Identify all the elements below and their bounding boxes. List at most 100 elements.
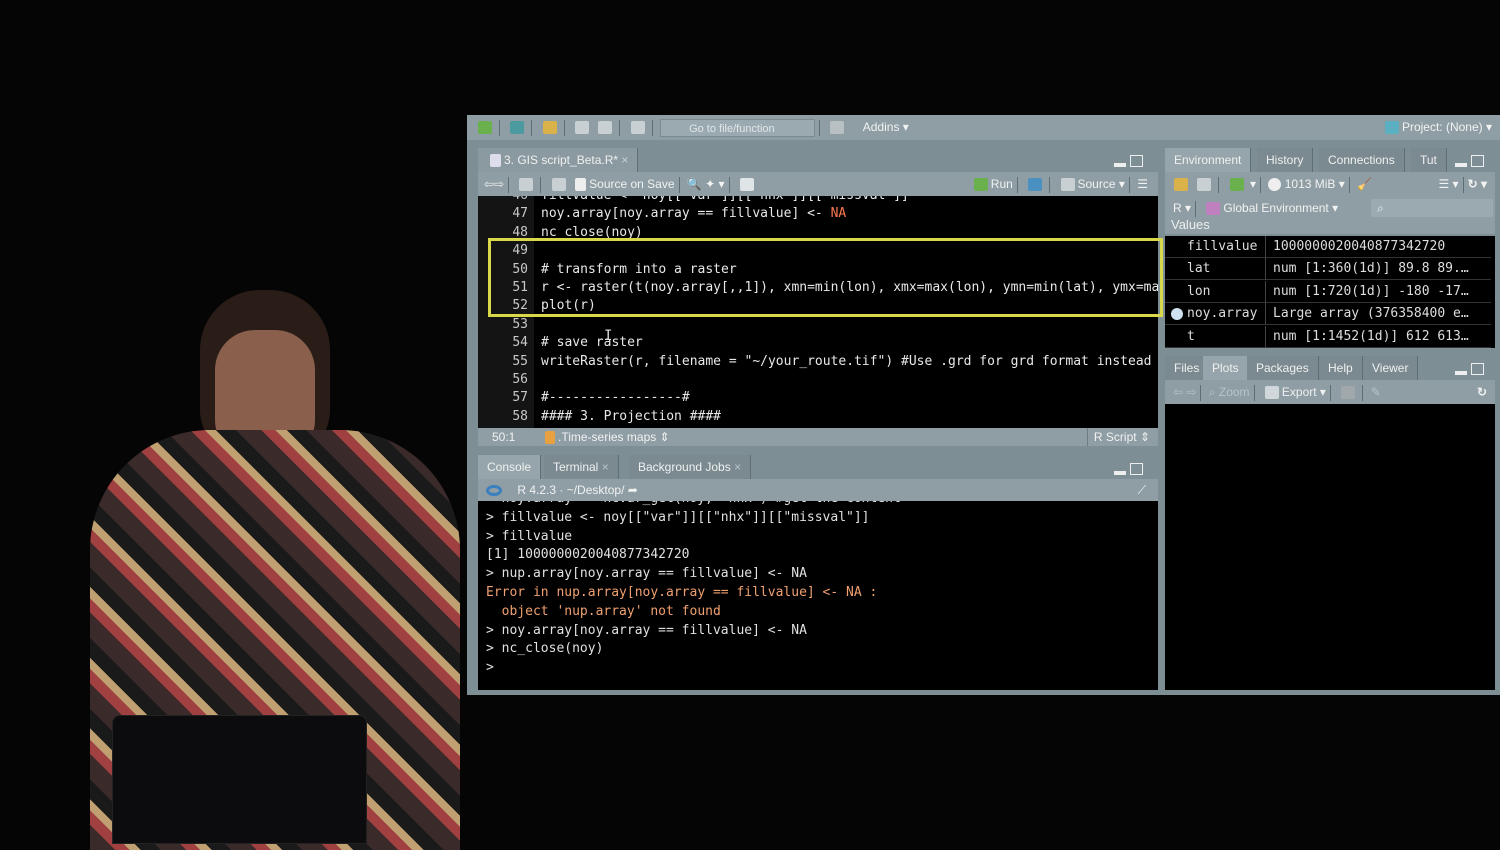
load-workspace-icon[interactable] (1174, 178, 1188, 192)
tab-packages[interactable]: Packages (1247, 356, 1319, 380)
laptop (112, 715, 367, 844)
refresh-icon[interactable]: ↻ (1477, 380, 1487, 404)
console-line: > nup.array[noy.array == fillvalue] <- N… (486, 566, 807, 582)
tab-plots[interactable]: Plots (1203, 356, 1249, 380)
language-selector[interactable]: R ▾ (1173, 201, 1191, 215)
minimize-maximize-icon[interactable] (1114, 155, 1144, 167)
close-tab-icon[interactable]: × (621, 153, 628, 167)
environment-row[interactable]: fillvalue 1000000020040877342720 (1165, 236, 1491, 258)
save-all-icon[interactable] (598, 121, 613, 135)
console-line: > fillvalue (486, 528, 573, 544)
file-type-selector[interactable]: R Script ⇕ (1086, 428, 1150, 446)
environment-row[interactable]: t num [1:1452(1d)] 612 613… (1165, 325, 1491, 348)
tab-background-jobs[interactable]: Background Jobs × (629, 455, 752, 479)
code-line: # save raster (541, 335, 643, 351)
cursor-position: 50:1 (492, 430, 516, 444)
values-header: Values (1165, 220, 1495, 234)
tab-viewer[interactable]: Viewer (1363, 356, 1419, 380)
broom-icon[interactable]: 🧹 (1357, 177, 1372, 191)
variable-name: fillvalue (1187, 239, 1258, 254)
tab-gis-script[interactable]: 3. GIS script_Beta.R* × (478, 148, 639, 172)
environment-row[interactable]: lon num [1:720(1d)] -180 -17… (1165, 280, 1491, 303)
code-line: noy.array[noy.array == fillvalue] <- NA (541, 206, 847, 222)
variable-name: t (1187, 328, 1195, 344)
grid-icon[interactable] (830, 121, 845, 135)
list-view-icon[interactable]: ☰ ▾ (1438, 177, 1458, 191)
variable-value: 1000000020040877342720 (1273, 239, 1446, 254)
expand-icon[interactable] (1171, 308, 1183, 321)
zoom-button[interactable]: ⌕ Zoom (1209, 385, 1250, 399)
editor-toolbar: ⇦⇨ Source on Save 🔍 ✦ ▾ Run Source ▾ ☰ (478, 172, 1158, 196)
line-number: 53 (512, 316, 528, 332)
source-on-save-checkbox[interactable]: Source on Save (572, 177, 675, 192)
variable-value: Large array (376358400 e… (1273, 306, 1469, 322)
code-line: #### 3. Projection #### (541, 408, 722, 424)
console-line: > noy.array[noy.array == fillvalue] <- N… (486, 622, 807, 638)
new-project-icon[interactable] (510, 121, 525, 135)
code-line: writeRaster(r, filename = "~/your_route.… (541, 353, 1158, 369)
console-output[interactable]: > noy.array <- ncvar_get(noy, "nhx") #ge… (478, 501, 1158, 690)
source-button[interactable]: Source ▾ (1058, 177, 1125, 192)
tab-environment[interactable]: Environment (1165, 148, 1252, 172)
memory-usage[interactable]: 1013 MiB ▾ (1268, 177, 1345, 192)
minimize-maximize-icon[interactable] (1455, 155, 1485, 167)
scope-selector[interactable]: Global Environment ▾ (1203, 201, 1338, 216)
environment-pane: Environment History Connections Tut ▾ 1013 … (1165, 148, 1495, 348)
tab-connections[interactable]: Connections (1319, 148, 1405, 172)
variable-name: lat (1187, 261, 1211, 277)
save-workspace-icon[interactable] (1197, 178, 1212, 192)
import-dataset-icon[interactable] (1229, 178, 1244, 192)
editor-status-bar: 50:1 .Time-series maps ⇕ R Script ⇕ (478, 428, 1158, 446)
code-line: fillvalue <- noy[["var"]][["nhx"]][["mis… (541, 196, 909, 203)
variable-name: lon (1187, 283, 1211, 299)
line-number: 54 (512, 335, 528, 351)
compile-report-icon[interactable] (739, 178, 754, 192)
refresh-icon[interactable]: ↻ ▾ (1468, 177, 1487, 191)
tab-tut[interactable]: Tut (1411, 148, 1447, 172)
section-navigator[interactable]: .Time-series maps ⇕ (542, 428, 670, 446)
project-menu[interactable]: Project: (None) ▾ (1382, 115, 1492, 140)
plots-toolbar: ⇦ ⇨ ⌕ Zoom Export ▾ ✎ ↻ (1165, 380, 1495, 404)
open-file-icon[interactable] (542, 121, 557, 135)
highlight-box (488, 238, 1163, 317)
save-icon[interactable] (551, 178, 566, 192)
print-icon[interactable] (630, 121, 645, 135)
back-icon[interactable]: ⇦⇨ (484, 177, 504, 191)
console-line: [1] 1000000020040877342720 (486, 547, 690, 563)
environment-row[interactable]: lat num [1:360(1d)] 89.8 89.… (1165, 258, 1491, 281)
new-file-icon[interactable] (478, 121, 492, 135)
clear-plots-icon[interactable]: ✎ (1371, 385, 1381, 399)
run-button[interactable]: Run (971, 177, 1013, 192)
export-button[interactable]: Export ▾ (1262, 385, 1326, 400)
remove-plot-icon[interactable] (1341, 386, 1356, 400)
tab-history[interactable]: History (1257, 148, 1314, 172)
console-line: > nc_close(noy) (486, 641, 604, 657)
tab-console[interactable]: Console (478, 455, 542, 479)
pie-chart-icon (1268, 178, 1282, 192)
goto-file-input[interactable]: Go to file/function (660, 118, 816, 137)
environment-search-input[interactable]: ⌕ (1371, 199, 1493, 217)
minimize-maximize-icon[interactable] (1455, 363, 1485, 375)
rerun-icon[interactable] (1028, 178, 1043, 192)
working-directory[interactable]: ~/Desktop/ (567, 483, 625, 497)
addins-menu[interactable]: Addins (863, 120, 900, 134)
close-tab-icon[interactable]: × (598, 460, 609, 474)
previous-plot-icon[interactable]: ⇦ ⇨ (1173, 385, 1196, 399)
line-number: 46 (478, 196, 528, 203)
presenter (90, 280, 470, 850)
magic-wand-icon[interactable]: ✦ ▾ (705, 177, 724, 191)
tab-help[interactable]: Help (1319, 356, 1363, 380)
show-in-window-icon[interactable] (519, 178, 534, 192)
r-file-icon (490, 154, 501, 168)
close-tab-icon[interactable]: × (731, 460, 741, 474)
search-icon[interactable]: 🔍 (687, 177, 702, 191)
line-number: 58 (512, 408, 528, 424)
console-line: > (486, 660, 502, 676)
tab-terminal[interactable]: Terminal × (544, 455, 619, 479)
outline-icon[interactable]: ☰ (1137, 177, 1148, 191)
environment-row[interactable]: noy.array Large array (376358400 e… (1165, 303, 1491, 326)
clear-console-icon[interactable]: ⟋ (1138, 479, 1146, 501)
go-to-directory-icon[interactable]: ➦ (628, 483, 638, 497)
save-icon[interactable] (575, 121, 590, 135)
minimize-maximize-icon[interactable] (1114, 463, 1144, 475)
